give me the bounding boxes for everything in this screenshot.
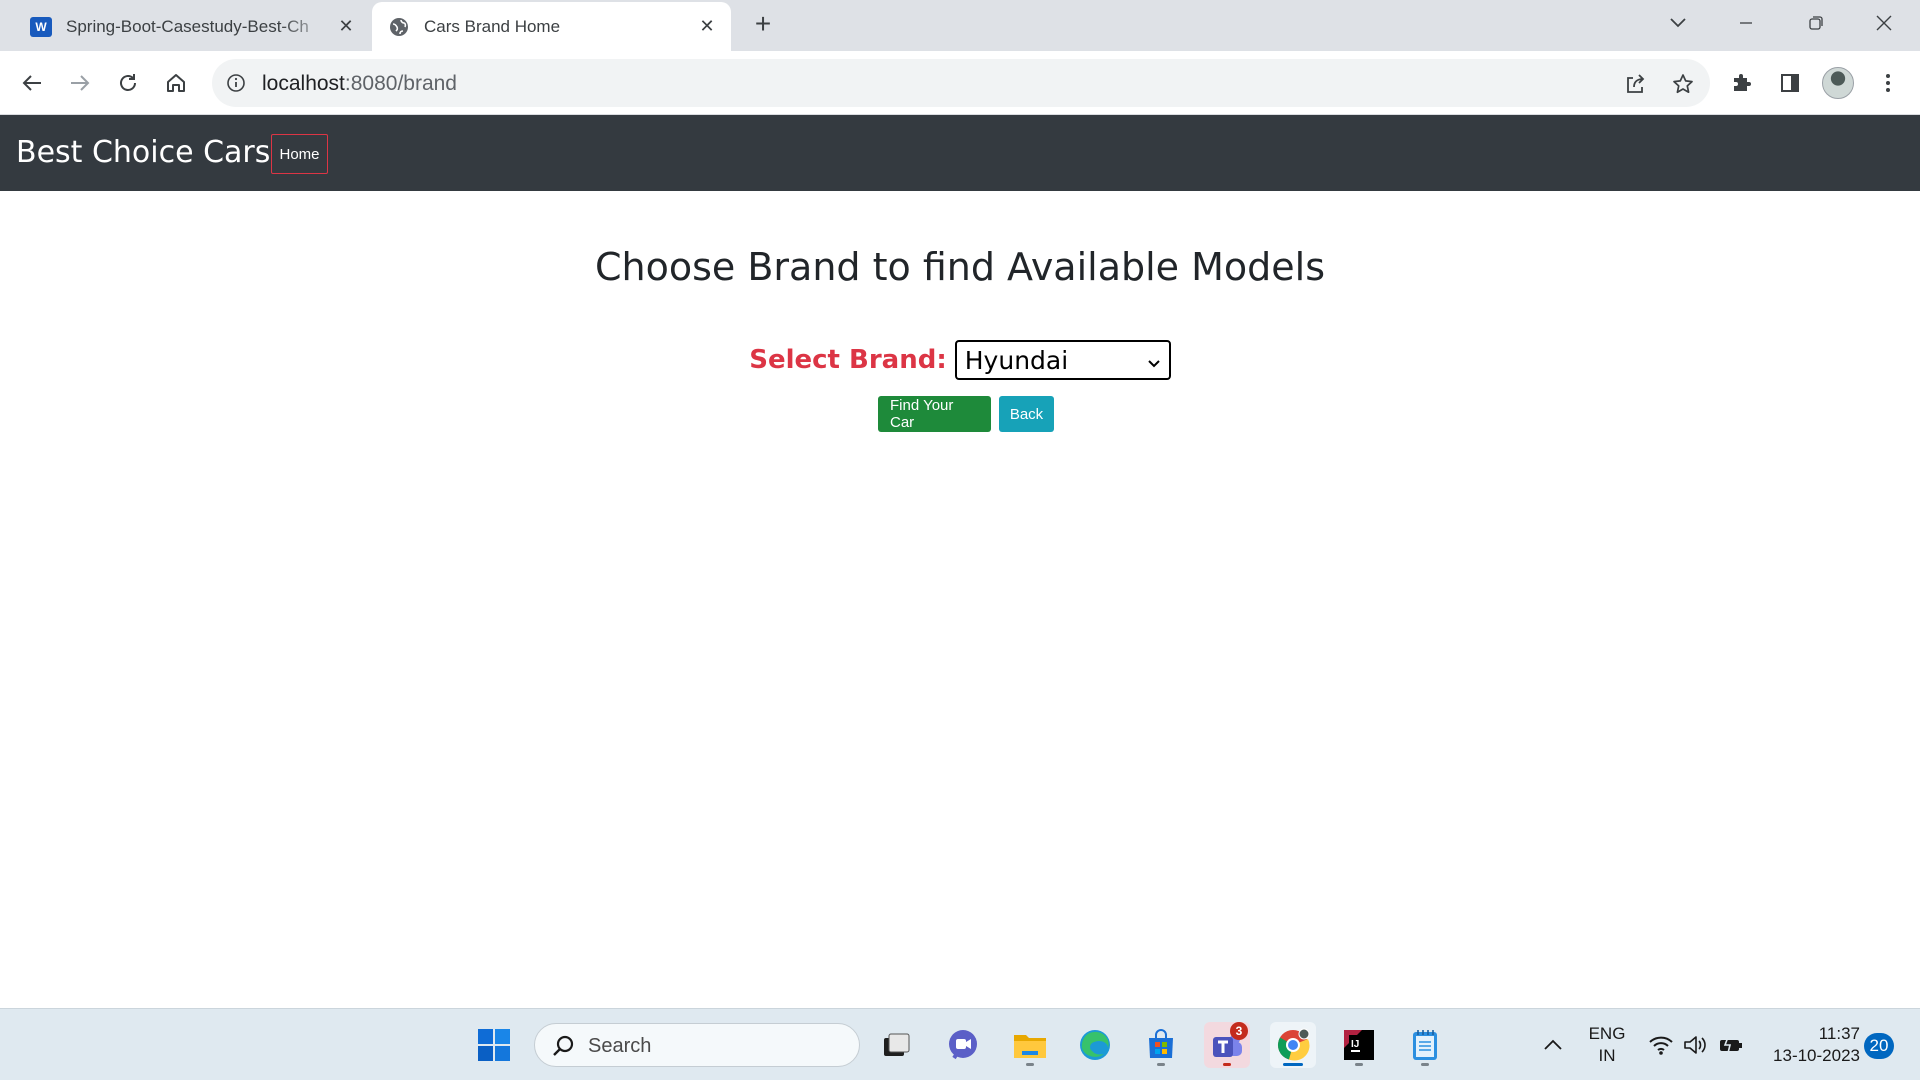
page-title: Choose Brand to find Available Models (594, 245, 1326, 289)
find-your-car-button[interactable]: Find Your Car (878, 396, 991, 432)
running-indicator (1355, 1063, 1363, 1066)
profile-avatar[interactable] (1820, 65, 1856, 101)
meet-chat-icon[interactable] (940, 1022, 986, 1068)
globe-icon (388, 16, 410, 38)
navbar-brand[interactable]: Best Choice Cars (16, 135, 270, 170)
tab-title: Spring-Boot-Casestudy-Best-Ch (66, 16, 309, 36)
home-icon[interactable] (158, 65, 194, 101)
language-code: ENG (1588, 1024, 1626, 1043)
running-indicator (1223, 1063, 1231, 1066)
active-indicator (1283, 1063, 1303, 1066)
taskbar-search-input[interactable]: Search (534, 1023, 860, 1067)
select-brand-label: Select Brand: (749, 345, 947, 375)
region-code: IN (1598, 1046, 1616, 1065)
clock-date: 13-10-2023 (1773, 1046, 1860, 1065)
back-button[interactable]: Back (999, 396, 1054, 432)
file-explorer-icon[interactable] (1007, 1022, 1053, 1068)
minimize-icon[interactable] (1728, 8, 1764, 38)
nav-home-link[interactable]: Home (271, 134, 328, 174)
tab-title: Cars Brand Home (424, 16, 561, 36)
extensions-puzzle-icon[interactable] (1724, 65, 1760, 101)
bookmark-star-icon[interactable] (1670, 71, 1696, 97)
url-text: localhost:8080/brand (262, 72, 457, 96)
info-icon[interactable] (224, 71, 248, 95)
edge-browser-icon[interactable] (1072, 1022, 1118, 1068)
search-placeholder: Search (588, 1035, 652, 1057)
address-bar[interactable]: localhost:8080/brand (212, 59, 1710, 107)
side-panel-icon[interactable] (1772, 65, 1808, 101)
svg-text:IJ: IJ (1351, 1039, 1359, 1050)
app-navbar: Best Choice Cars Home (0, 115, 1920, 191)
url-path: :8080/brand (344, 72, 457, 95)
button-row: Find Your Car Back (0, 396, 1920, 432)
windows-start-icon[interactable] (471, 1022, 517, 1068)
forward-arrow-icon[interactable] (62, 65, 98, 101)
teams-notification-badge: 3 (1230, 1022, 1248, 1040)
close-window-icon[interactable] (1866, 8, 1902, 38)
taskbar-clock[interactable]: 11:37 13-10-2023 (1760, 1023, 1860, 1067)
close-icon[interactable]: ✕ (334, 15, 358, 39)
brand-select[interactable]: Hyundai (954, 340, 1171, 380)
running-indicator (1026, 1063, 1034, 1066)
task-view-icon[interactable] (873, 1022, 919, 1068)
clock-time: 11:37 (1818, 1024, 1860, 1043)
brand-select-value: Hyundai (964, 345, 1069, 375)
chevron-down-icon (1147, 346, 1161, 375)
intellij-idea-icon[interactable]: IJ (1336, 1022, 1382, 1068)
back-arrow-icon[interactable] (14, 65, 50, 101)
tray-chevron-up-icon[interactable] (1530, 1022, 1576, 1068)
notepad-icon[interactable] (1402, 1022, 1448, 1068)
share-icon[interactable] (1622, 71, 1648, 97)
windows-taskbar: Search 3 IJ ENG IN 11:37 13-10-2023 20 (0, 1008, 1920, 1080)
chrome-icon[interactable] (1270, 1022, 1316, 1068)
microsoft-store-icon[interactable] (1138, 1022, 1184, 1068)
menu-kebab-icon[interactable] (1870, 65, 1906, 101)
running-indicator (1157, 1063, 1165, 1066)
reload-icon[interactable] (110, 65, 146, 101)
running-indicator (1421, 1063, 1429, 1066)
browser-tabstrip: W Spring-Boot-Casestudy-Best-Ch ✕ Cars B… (0, 0, 1920, 51)
input-language[interactable]: ENG IN (1585, 1023, 1629, 1067)
notification-count-badge[interactable]: 20 (1864, 1033, 1894, 1059)
teams-icon[interactable]: 3 (1204, 1022, 1250, 1068)
brand-form-row: Select Brand: Hyundai (0, 340, 1920, 380)
page-content: Best Choice Cars Home Choose Brand to fi… (0, 115, 1920, 1008)
tab-word-document[interactable]: W Spring-Boot-Casestudy-Best-Ch ✕ (14, 2, 370, 51)
tab-cars-brand-home[interactable]: Cars Brand Home ✕ (372, 2, 731, 51)
new-tab-icon[interactable]: + (748, 10, 778, 40)
close-icon[interactable]: ✕ (695, 15, 719, 39)
word-icon: W (30, 16, 52, 38)
battery-charging-icon[interactable] (1708, 1022, 1754, 1068)
url-host: localhost (262, 72, 345, 95)
restore-icon[interactable] (1798, 8, 1834, 38)
browser-toolbar: localhost:8080/brand (0, 51, 1920, 115)
search-icon (551, 1034, 575, 1063)
tab-search-chevron-icon[interactable] (1660, 8, 1696, 38)
